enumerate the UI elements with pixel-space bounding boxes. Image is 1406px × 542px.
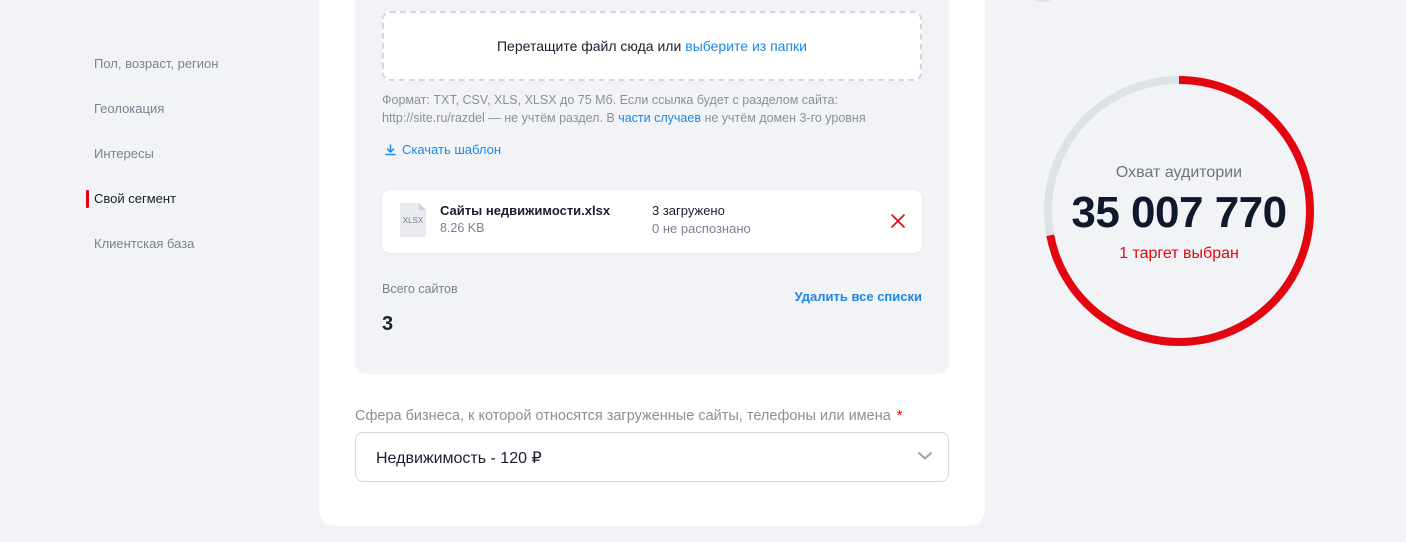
download-template-link[interactable]: Скачать шаблон bbox=[385, 142, 501, 157]
loaded-count: 3 загружено bbox=[652, 203, 725, 218]
required-mark: * bbox=[896, 408, 903, 424]
sidebar-item-label: Пол, возраст, регион bbox=[94, 56, 219, 71]
hint-text: не учтём домен 3-го уровня bbox=[704, 111, 866, 125]
total-sites-label: Всего сайтов bbox=[382, 282, 458, 296]
audience-reach-value: 35 007 770 bbox=[1071, 188, 1287, 237]
remove-file-icon[interactable] bbox=[890, 213, 906, 229]
file-icon-text: XLSX bbox=[402, 215, 424, 225]
sidebar: Пол, возраст, регион Геолокация Интересы… bbox=[86, 52, 306, 277]
targets-selected: 1 таргет выбран bbox=[1119, 245, 1239, 262]
delete-all-lists-button[interactable]: Удалить все списки bbox=[794, 289, 922, 304]
download-template-label: Скачать шаблон bbox=[402, 142, 502, 157]
sidebar-item-demographics[interactable]: Пол, возраст, регион bbox=[86, 41, 306, 86]
top-decor bbox=[1030, 0, 1056, 2]
file-size: 8.26 KB bbox=[440, 221, 485, 235]
xlsx-file-icon: XLSX bbox=[400, 203, 426, 237]
hint-text: http://site.ru/razdel — не учтём раздел.… bbox=[382, 111, 615, 125]
dropzone-text: Перетащите файл сюда или bbox=[496, 38, 682, 54]
sidebar-item-custom-segment[interactable]: Свой сегмент bbox=[86, 176, 306, 221]
business-sphere-value: Недвижимость - 120 ₽ bbox=[376, 450, 542, 467]
sidebar-item-geolocation[interactable]: Геолокация bbox=[86, 86, 306, 131]
upload-panel: Перетащите файл сюда или выберите из пап… bbox=[355, 0, 949, 374]
audience-reach-title: Охват аудитории bbox=[1115, 164, 1243, 181]
download-icon bbox=[385, 143, 396, 155]
file-dropzone[interactable]: Перетащите файл сюда или выберите из пап… bbox=[382, 11, 922, 81]
sidebar-item-interests[interactable]: Интересы bbox=[86, 131, 306, 176]
sidebar-item-label: Клиентская база bbox=[94, 236, 195, 251]
business-sphere-label-text: Сфера бизнеса, к которой относятся загру… bbox=[355, 408, 891, 424]
sidebar-item-client-base[interactable]: Клиентская база bbox=[86, 221, 306, 266]
format-hint: Формат: TXT, CSV, XLS, XLSX до 75 Мб. Ес… bbox=[382, 91, 922, 127]
business-sphere-select[interactable]: Недвижимость - 120 ₽ bbox=[355, 432, 949, 482]
file-name: Сайты недвижимости.xlsx bbox=[440, 203, 611, 218]
sidebar-item-label: Свой сегмент bbox=[94, 191, 177, 206]
not-recognized-count: 0 не распознано bbox=[652, 221, 751, 236]
audience-reach-gauge: Охват аудитории 35 007 770 1 таргет выбр… bbox=[1040, 72, 1318, 350]
total-sites-value: 3 bbox=[382, 313, 394, 335]
choose-file-link[interactable]: выберите из папки bbox=[685, 38, 807, 54]
uploaded-file-card: XLSX Сайты недвижимости.xlsx 8.26 KB 3 з… bbox=[382, 190, 922, 253]
some-cases-link[interactable]: части случаев bbox=[618, 111, 701, 125]
chevron-down-icon bbox=[918, 452, 932, 460]
hint-line-2: http://site.ru/razdel — не учтём раздел.… bbox=[382, 109, 922, 127]
segment-card: Перетащите файл сюда или выберите из пап… bbox=[319, 0, 985, 526]
business-sphere-label: Сфера бизнеса, к которой относятся загру… bbox=[355, 408, 902, 424]
sidebar-item-label: Интересы bbox=[94, 146, 154, 161]
hint-line-1: Формат: TXT, CSV, XLS, XLSX до 75 Мб. Ес… bbox=[382, 93, 838, 107]
sidebar-item-label: Геолокация bbox=[94, 101, 165, 116]
